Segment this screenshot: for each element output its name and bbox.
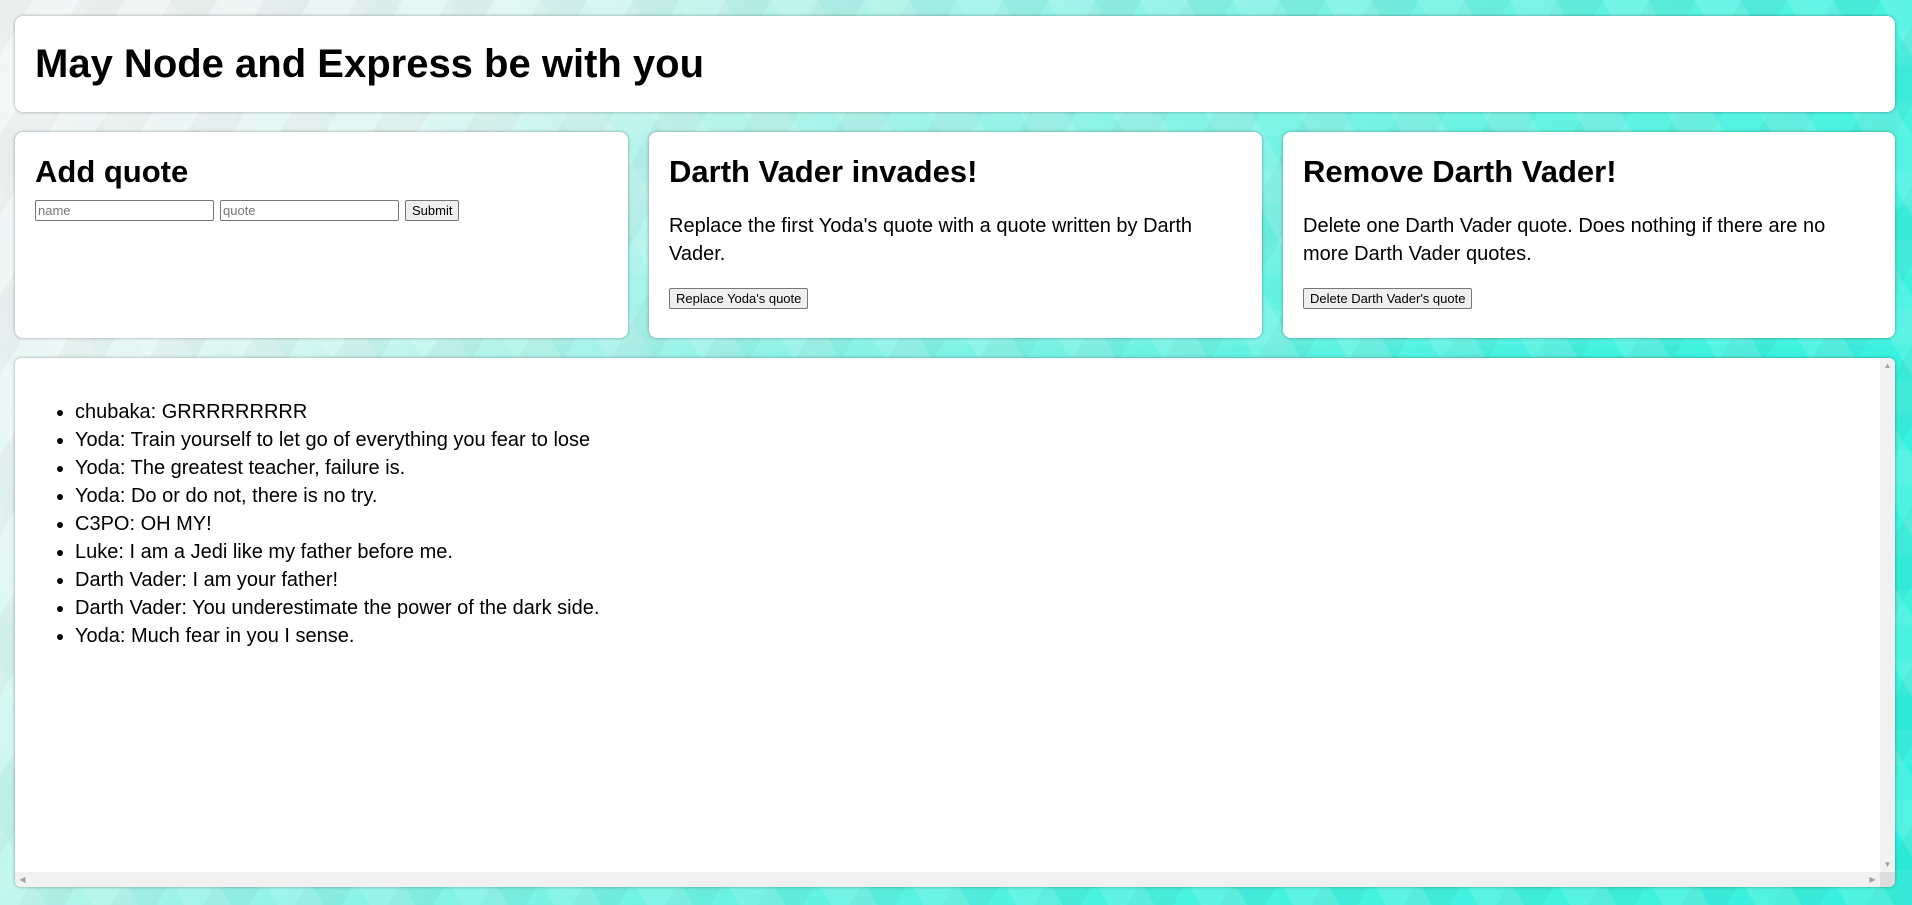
quote-item: Darth Vader: You underestimate the power… — [75, 594, 1880, 622]
remove-vader-title: Remove Darth Vader! — [1303, 154, 1617, 189]
quotes-scroll-area[interactable]: chubaka: GRRRRRRRRR Yoda: Train yourself… — [15, 358, 1880, 872]
quote-item: Yoda: The greatest teacher, failure is. — [75, 454, 1880, 482]
quotes-list: chubaka: GRRRRRRRRR Yoda: Train yourself… — [15, 398, 1880, 650]
name-input[interactable] — [35, 200, 214, 221]
scroll-left-arrow-icon[interactable]: ◀ — [15, 872, 30, 887]
add-quote-form: Submit — [35, 200, 608, 221]
submit-button[interactable]: Submit — [405, 200, 460, 221]
vader-invades-panel: Darth Vader invades! Replace the first Y… — [649, 132, 1262, 338]
quote-item: Yoda: Do or do not, there is no try. — [75, 482, 1880, 510]
scroll-up-arrow-icon[interactable]: ▲ — [1880, 358, 1895, 373]
page-title: May Node and Express be with you — [35, 42, 705, 86]
scrollbar-corner — [1880, 872, 1895, 887]
quote-item: Yoda: Much fear in you I sense. — [75, 622, 1880, 650]
remove-vader-panel: Remove Darth Vader! Delete one Darth Vad… — [1283, 132, 1895, 338]
delete-vader-quote-button[interactable]: Delete Darth Vader's quote — [1303, 288, 1473, 309]
quotes-panel: chubaka: GRRRRRRRRR Yoda: Train yourself… — [15, 358, 1895, 887]
quote-item: Darth Vader: I am your father! — [75, 566, 1880, 594]
vertical-scrollbar[interactable]: ▲ ▼ — [1880, 358, 1895, 872]
quote-item: Luke: I am a Jedi like my father before … — [75, 538, 1880, 566]
quote-item: chubaka: GRRRRRRRRR — [75, 398, 1880, 426]
quote-input[interactable] — [220, 200, 399, 221]
scroll-down-arrow-icon[interactable]: ▼ — [1880, 857, 1895, 872]
replace-yoda-quote-button[interactable]: Replace Yoda's quote — [669, 288, 809, 309]
header-card: May Node and Express be with you — [15, 16, 1895, 112]
add-quote-title: Add quote — [35, 154, 189, 189]
quote-item: Yoda: Train yourself to let go of everyt… — [75, 426, 1880, 454]
horizontal-scrollbar[interactable]: ◀ ▶ — [15, 872, 1880, 887]
scroll-right-arrow-icon[interactable]: ▶ — [1865, 872, 1880, 887]
remove-vader-description: Delete one Darth Vader quote. Does nothi… — [1303, 215, 1826, 265]
add-quote-panel: Add quote Submit — [15, 132, 628, 338]
vader-invades-title: Darth Vader invades! — [669, 154, 978, 189]
vader-invades-description: Replace the first Yoda's quote with a qu… — [669, 215, 1193, 265]
quote-item: C3PO: OH MY! — [75, 510, 1880, 538]
